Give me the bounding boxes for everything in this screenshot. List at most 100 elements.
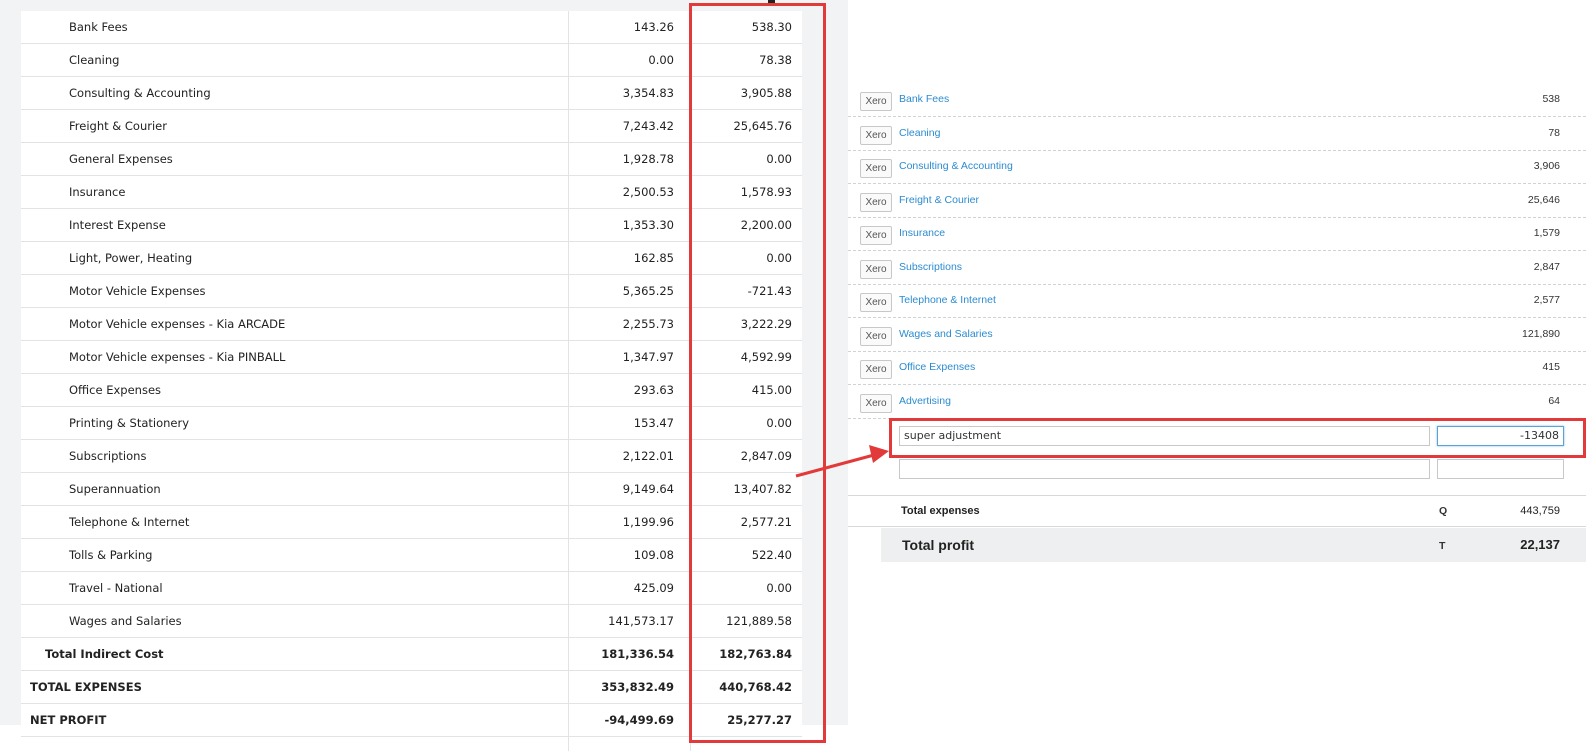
xero-account-row: Xero Wages and Salaries 121,890 [848,319,1586,352]
prior-period-value: 109.08 [633,548,674,562]
xero-account-row: Xero Bank Fees 538 [848,84,1586,117]
account-value: 538 [1542,93,1560,105]
row-label: General Expenses [69,152,173,166]
total-expenses-row: TOTAL EXPENSES 353,832.49 440,768.42 [21,671,802,704]
row-label: Total Indirect Cost [45,647,164,661]
account-link[interactable]: Insurance [899,227,945,239]
account-link[interactable]: Bank Fees [899,93,949,105]
xero-badge-button[interactable]: Xero [860,192,892,212]
report-row: Wages and Salaries 141,573.17 121,889.58 [21,605,802,638]
new-line-name-input[interactable] [899,459,1430,479]
report-row: Travel - National 425.09 0.00 [21,572,802,605]
xero-account-row: Xero Office Expenses 415 [848,352,1586,385]
row-label: Freight & Courier [69,119,167,133]
account-link[interactable]: Office Expenses [899,361,975,373]
report-row: Subscriptions 2,122.01 2,847.09 [21,440,802,473]
row-label: Motor Vehicle expenses - Kia ARCADE [69,317,286,331]
account-value: 121,890 [1522,327,1560,340]
account-link[interactable]: Consulting & Accounting [899,160,1013,172]
account-value: 78 [1548,126,1560,139]
row-label: Motor Vehicle Expenses [69,284,206,298]
account-link[interactable]: Wages and Salaries [899,328,993,340]
total-indirect-row: Total Indirect Cost 181,336.54 182,763.84 [21,638,802,671]
total-expenses-row: Total expenses Q 443,759 [848,495,1586,527]
xero-account-row: Xero Insurance 1,579 [848,218,1586,251]
xero-badge-button[interactable]: Xero [860,393,892,413]
report-row: Interest Expense 1,353.30 2,200.00 [21,209,802,242]
report-row: Light, Power, Heating 162.85 0.00 [21,242,802,275]
xero-badge-button[interactable]: Xero [860,259,892,279]
account-link[interactable]: Subscriptions [899,261,962,273]
report-row: Insurance 2,500.53 1,578.93 [21,176,802,209]
prior-period-value: 141,573.17 [608,614,674,628]
xero-account-row: Xero Consulting & Accounting 3,906 [848,151,1586,184]
row-label: Wages and Salaries [69,614,182,628]
report-row: Printing & Stationery 153.47 0.00 [21,407,802,440]
report-row: Bank Fees 143.26 538.30 [21,11,802,44]
prior-period-value: 1,347.97 [622,350,674,364]
report-row: Freight & Courier 7,243.42 25,645.76 [21,110,802,143]
prior-period-value: 2,122.01 [622,449,674,463]
account-value: 2,577 [1533,294,1560,306]
prior-period-value: 293.63 [633,383,674,397]
row-label: Light, Power, Heating [69,251,193,265]
total-expenses-label: Total expenses [901,505,980,517]
prior-period-value: 0.00 [648,53,674,67]
profit-loss-table: Bank Fees 143.26 538.30 Cleaning 0.00 78.38 Co… [21,11,802,751]
highlight-box-adjustment [889,418,1586,458]
account-link[interactable]: Freight & Courier [899,194,979,206]
highlight-box-column [689,3,826,743]
prior-period-value: 181,336.54 [601,647,674,661]
prior-period-value: 9,149.64 [622,482,674,496]
prior-period-value: 2,500.53 [622,185,674,199]
row-label: Superannuation [69,482,161,496]
net-profit-row: NET PROFIT -94,499.69 25,277.27 [21,704,802,737]
row-label: TOTAL EXPENSES [30,680,142,694]
account-link[interactable]: Telephone & Internet [899,294,996,306]
report-row: Motor Vehicle expenses - Kia ARCADE 2,255… [21,308,802,341]
prior-period-value: 1,199.96 [622,515,674,529]
row-label: Printing & Stationery [69,416,190,430]
prior-period-value: 353,832.49 [601,680,674,694]
xero-badge-button[interactable]: Xero [860,159,892,178]
account-value: 415 [1542,361,1560,373]
prior-period-value: 1,353.30 [622,218,674,232]
row-label: Telephone & Internet [69,515,190,529]
report-row: Consulting & Accounting 3,354.83 3,905.88 [21,77,802,110]
xero-account-row: Xero Freight & Courier 25,646 [848,185,1586,218]
xero-badge-button[interactable]: Xero [860,293,892,312]
total-expenses-key: Q [1439,505,1448,517]
prior-period-value: 1,928.78 [622,152,674,166]
row-label: Interest Expense [69,218,166,232]
new-line-amount-input[interactable] [1437,459,1564,479]
xero-account-row: Xero Cleaning 78 [848,118,1586,151]
prior-period-value: 2,255.73 [622,317,674,331]
account-value: 1,579 [1533,227,1560,239]
total-profit-key: T [1439,540,1446,552]
row-label: Tolls & Parking [69,548,153,562]
xero-badge-button[interactable]: Xero [860,360,892,379]
xero-badge-button[interactable]: Xero [860,125,892,145]
report-row: Motor Vehicle expenses - Kia PINBALL 1,34… [21,341,802,374]
report-row: Motor Vehicle Expenses 5,365.25 -721.43 [21,275,802,308]
report-row: Superannuation 9,149.64 13,407.82 [21,473,802,506]
report-row: Tolls & Parking 109.08 522.40 [21,539,802,572]
account-link[interactable]: Advertising [899,395,951,407]
report-row: General Expenses 1,928.78 0.00 [21,143,802,176]
xero-badge-button[interactable]: Xero [860,92,892,111]
xero-badge-button[interactable]: Xero [860,226,892,245]
column-divider [568,11,569,751]
prior-period-value: 153.47 [633,416,674,430]
xero-account-row: Xero Telephone & Internet 2,577 [848,285,1586,318]
row-label: Travel - National [69,581,163,595]
account-link[interactable]: Cleaning [899,127,940,139]
prior-period-value: 5,365.25 [622,284,674,298]
xero-account-row: Xero Advertising 64 [848,386,1586,419]
account-value: 2,847 [1533,260,1560,273]
total-profit-value: 22,137 [1520,537,1560,552]
prior-period-value: 143.26 [633,20,674,34]
xero-badge-button[interactable]: Xero [860,326,892,346]
total-expenses-value: 443,759 [1520,505,1560,517]
report-row: Cleaning 0.00 78.38 [21,44,802,77]
row-label: Office Expenses [69,383,162,397]
